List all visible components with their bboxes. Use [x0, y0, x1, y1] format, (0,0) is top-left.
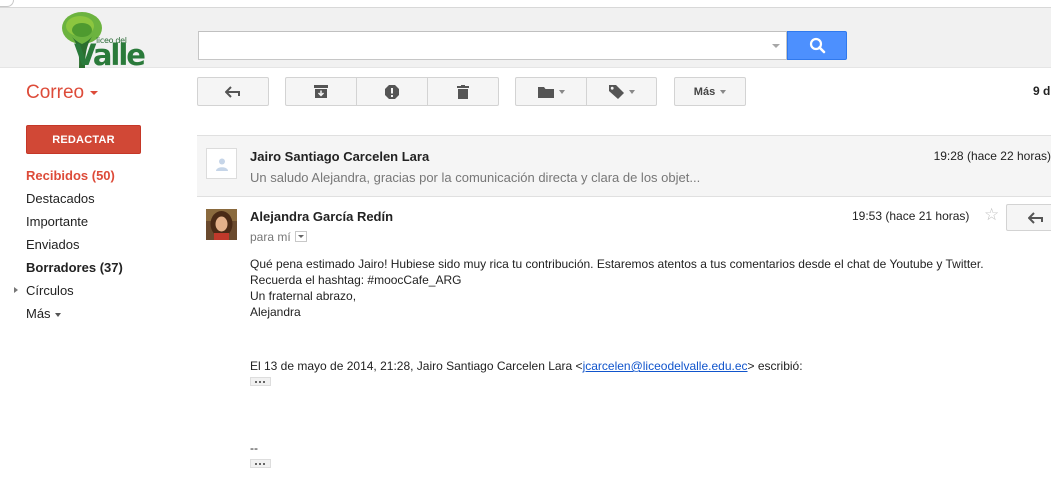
- header-bar: liceo del Valle: [0, 8, 1051, 72]
- sender-name[interactable]: Jairo Santiago Carcelen Lara: [250, 149, 429, 164]
- logo-text-big: Valle: [74, 38, 146, 72]
- browser-tab-strip: [0, 0, 1051, 8]
- avatar: [206, 209, 237, 240]
- sidebar-item-label: Círculos: [26, 283, 74, 298]
- search-button[interactable]: [787, 31, 847, 60]
- quote-prefix: El 13 de mayo de 2014, 21:28, Jairo Sant…: [250, 359, 583, 373]
- show-trimmed-content-button[interactable]: [250, 377, 271, 386]
- chevron-down-icon: [628, 89, 635, 94]
- reply-icon: [225, 85, 240, 98]
- sidebar-item-circles[interactable]: Círculos: [0, 279, 180, 302]
- quote-email-link[interactable]: jcarcelen@liceodelvalle.edu.ec: [583, 359, 748, 373]
- recipient-label: para mí: [250, 230, 291, 244]
- archive-icon: [314, 85, 328, 98]
- report-spam-button[interactable]: [357, 77, 428, 106]
- tab-edge: [0, 0, 14, 7]
- sidebar-item-label: Importante: [26, 214, 89, 229]
- sidebar-item-label: Recibidos (50): [26, 168, 115, 183]
- reply-icon: [1028, 211, 1043, 224]
- body-line: Un fraternal abrazo,: [250, 289, 357, 303]
- show-trimmed-content-button[interactable]: [250, 459, 271, 468]
- profile-photo: [206, 209, 237, 240]
- message-date: 19:53 (hace 21 horas): [852, 209, 970, 223]
- search-input[interactable]: [198, 31, 787, 60]
- label-icon: [608, 84, 624, 99]
- sidebar-item-label: Destacados: [26, 191, 95, 206]
- search-icon: [809, 37, 826, 54]
- message-count: 9 d: [1033, 84, 1051, 98]
- sidebar-item-inbox[interactable]: Recibidos (50): [0, 164, 180, 187]
- show-details-icon[interactable]: [294, 231, 307, 242]
- mail-switcher[interactable]: Correo: [26, 82, 99, 104]
- search-options-caret-icon[interactable]: [772, 44, 780, 48]
- recipient-details[interactable]: para mí: [250, 230, 307, 244]
- archive-button[interactable]: [285, 77, 357, 106]
- delete-button[interactable]: [428, 77, 499, 106]
- signature-separator: --: [250, 441, 258, 455]
- sidebar-item-important[interactable]: Importante: [0, 210, 180, 233]
- open-message: Alejandra García Redín para mí 19:53 (ha…: [197, 197, 1051, 491]
- delete-icon: [457, 84, 469, 99]
- sidebar-item-more[interactable]: Más: [0, 302, 180, 325]
- chevron-down-icon: [90, 90, 99, 95]
- sidebar-item-label: Enviados: [26, 237, 80, 252]
- avatar: [206, 148, 237, 179]
- body-line: Qué pena estimado Jairo! Hubiese sido mu…: [250, 257, 984, 271]
- back-button[interactable]: [197, 77, 269, 106]
- message-body: Qué pena estimado Jairo! Hubiese sido mu…: [250, 256, 1051, 468]
- report-spam-icon: [385, 84, 399, 99]
- sidebar-item-sent[interactable]: Enviados: [0, 233, 180, 256]
- person-icon: [215, 158, 228, 171]
- sidebar-nav: Recibidos (50) Destacados Importante Env…: [0, 164, 180, 325]
- reply-button[interactable]: [1006, 204, 1051, 231]
- sidebar-item-label: Más: [26, 306, 51, 321]
- body-line: Alejandra: [250, 305, 301, 319]
- star-icon[interactable]: ☆: [984, 206, 999, 223]
- move-to-button[interactable]: [515, 77, 587, 106]
- chevron-down-icon: [54, 312, 61, 317]
- sender-name[interactable]: Alejandra García Redín: [250, 209, 393, 224]
- labels-button[interactable]: [587, 77, 657, 106]
- sidebar-item-starred[interactable]: Destacados: [0, 187, 180, 210]
- expand-arrow-icon[interactable]: [14, 287, 18, 293]
- chevron-down-icon: [720, 89, 727, 94]
- mail-label: Correo: [26, 82, 85, 103]
- quote-suffix: > escribió:: [747, 359, 803, 373]
- body-line: Recuerda el hashtag: #moocCafe_ARG: [250, 273, 462, 287]
- compose-button[interactable]: REDACTAR: [26, 125, 141, 154]
- sidebar-item-label: Borradores (37): [26, 260, 123, 275]
- more-actions-label: Más: [693, 85, 716, 98]
- folder-icon: [537, 86, 554, 98]
- message-date: 19:28 (hace 22 horas): [933, 149, 1051, 163]
- more-actions-button[interactable]: Más: [674, 77, 746, 106]
- sidebar-item-drafts[interactable]: Borradores (37): [0, 256, 180, 279]
- chevron-down-icon: [558, 89, 565, 94]
- quote-header: El 13 de mayo de 2014, 21:28, Jairo Sant…: [250, 358, 1051, 374]
- collapsed-message[interactable]: Jairo Santiago Carcelen Lara Un saludo A…: [197, 135, 1051, 197]
- message-snippet: Un saludo Alejandra, gracias por la comu…: [250, 170, 701, 185]
